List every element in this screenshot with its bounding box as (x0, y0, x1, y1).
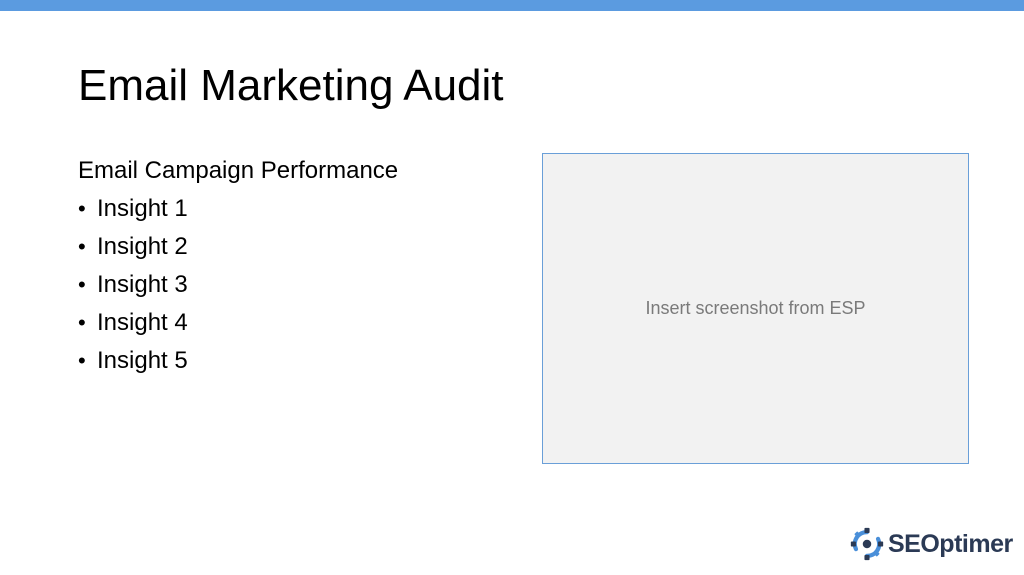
list-item[interactable]: • Insight 2 (78, 232, 188, 270)
seoptimer-logo: SEOptimer (850, 526, 1013, 562)
list-item[interactable]: • Insight 1 (78, 194, 188, 232)
insight-list: • Insight 1 • Insight 2 • Insight 3 • Insigh… (78, 194, 188, 384)
top-accent-bar (0, 0, 1024, 11)
bullet-icon: • (78, 348, 86, 373)
bullet-icon: • (78, 310, 86, 335)
bullet-icon: • (78, 234, 86, 259)
list-item[interactable]: • Insight 4 (78, 308, 188, 346)
insight-label: Insight 3 (97, 271, 188, 298)
insight-label: Insight 5 (97, 347, 188, 374)
insight-label: Insight 2 (97, 233, 188, 260)
slide-title[interactable]: Email Marketing Audit (78, 58, 504, 114)
bullet-icon: • (78, 272, 86, 297)
list-item[interactable]: • Insight 5 (78, 346, 188, 384)
seoptimer-gear-icon (850, 527, 884, 561)
placeholder-text: Insert screenshot from ESP (645, 298, 866, 318)
slide: Email Marketing Audit Email Campaign Per… (0, 0, 1024, 575)
logo-wordmark: SEOptimer (888, 529, 1013, 558)
section-subtitle[interactable]: Email Campaign Performance (78, 156, 398, 186)
insight-label: Insight 1 (97, 195, 188, 222)
list-item[interactable]: • Insight 3 (78, 270, 188, 308)
screenshot-placeholder[interactable]: Insert screenshot from ESP (542, 153, 969, 464)
bullet-icon: • (78, 196, 86, 221)
insight-label: Insight 4 (97, 309, 188, 336)
